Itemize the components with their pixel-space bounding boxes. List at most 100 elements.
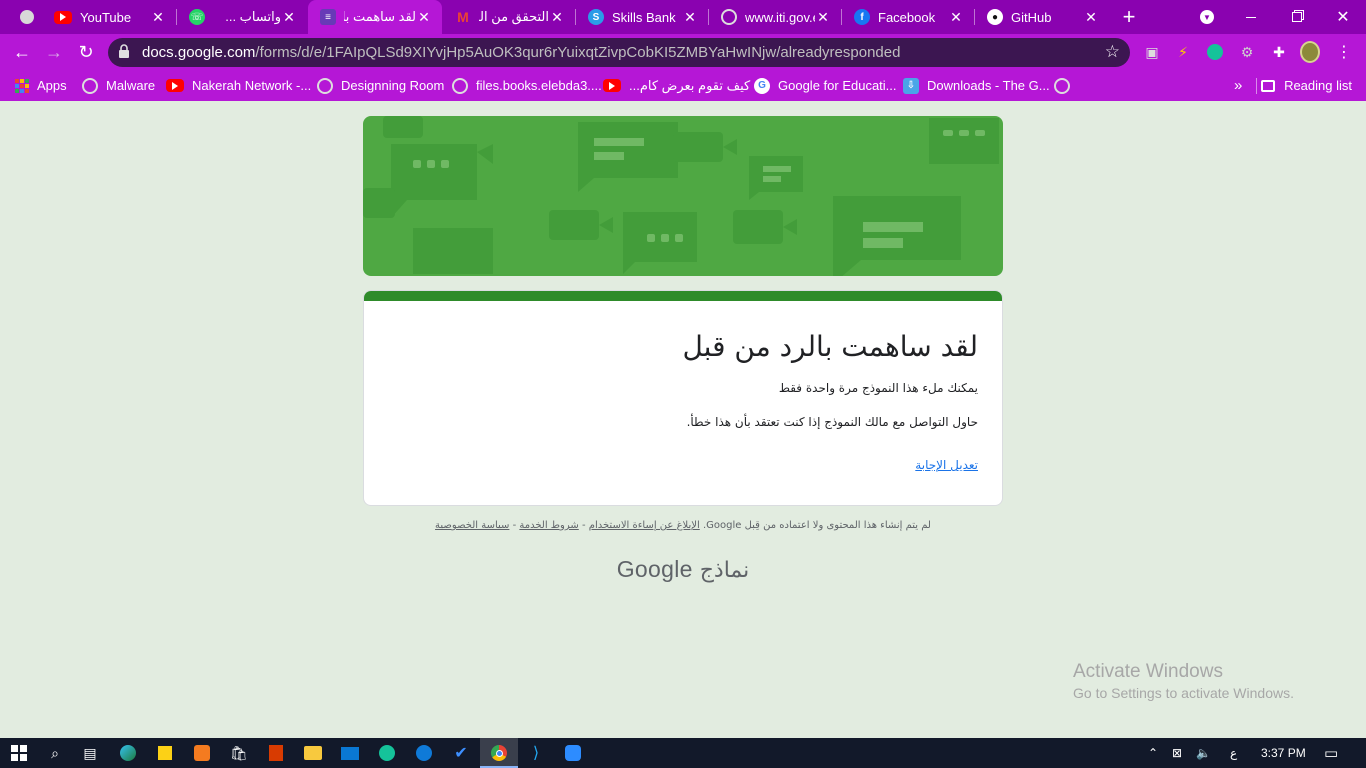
report-abuse-link[interactable]: الإبلاغ عن إساءة الاستخدام <box>589 520 700 531</box>
tab-gmail[interactable]: M التحقق من الب ✕ <box>443 0 575 34</box>
tab-close-icon[interactable]: ✕ <box>416 9 432 26</box>
tab-close-icon[interactable]: ✕ <box>948 9 964 26</box>
tab-google-form[interactable]: ≡ لقد ساهمت با ✕ <box>308 0 442 34</box>
terms-of-service-link[interactable]: شروط الخدمة <box>519 520 578 531</box>
reading-list-icon <box>1261 79 1276 92</box>
youtube-icon <box>603 79 621 92</box>
store-icon[interactable]: 🛍 <box>228 742 250 764</box>
grammarly-icon[interactable] <box>376 742 398 764</box>
chevron-down-icon: ▼ <box>1200 10 1214 24</box>
tab-search-button[interactable]: ▼ <box>1196 0 1218 34</box>
edge-dev-icon[interactable] <box>413 742 435 764</box>
tab-close-icon[interactable]: ✕ <box>682 9 698 26</box>
facebook-icon: f <box>854 9 870 25</box>
tab-close-icon[interactable]: ✕ <box>281 9 297 26</box>
youtube-icon <box>166 79 184 92</box>
reading-list-button[interactable]: Reading list <box>1261 70 1352 101</box>
more-bookmarks-button[interactable]: » <box>1234 70 1242 101</box>
reload-button[interactable]: ↻ <box>73 39 99 65</box>
volume-icon[interactable]: 🔈 <box>1196 738 1211 768</box>
tab-title: لقد ساهمت با <box>344 9 416 24</box>
tab-title: Skills Bank <box>612 9 676 25</box>
tab-whatsapp[interactable]: ☏ واتساب ... ✕ <box>177 0 307 34</box>
tab-close-icon[interactable]: ✕ <box>815 9 831 26</box>
network-icon[interactable]: ⊠ <box>1172 738 1182 768</box>
tab-iti[interactable]: www.iti.gov.e ✕ <box>709 0 841 34</box>
bookmark-label: Google for Educati... <box>778 78 897 93</box>
bookmark-files-books[interactable]: files.books.elebda3.... <box>452 70 602 101</box>
tab-skills-bank[interactable]: S Skills Bank ✕ <box>576 0 708 34</box>
bookmark-downloads[interactable]: ⇩ Downloads - The G... <box>903 70 1050 101</box>
edit-response-link[interactable]: تعديل الإجابة <box>915 458 978 472</box>
address-bar[interactable]: docs.google.com/forms/d/e/1FAIpQLSd9XIYv… <box>108 38 1130 67</box>
search-icon[interactable]: ⌕ <box>44 742 66 764</box>
windows-start-icon[interactable] <box>8 742 30 764</box>
profile-avatar[interactable] <box>1300 41 1320 63</box>
tab-search-dot-icon[interactable] <box>16 0 38 34</box>
sticky-notes-icon[interactable] <box>154 742 176 764</box>
google-forms-logo[interactable]: نماذج Google <box>363 556 1003 583</box>
minimize-icon <box>1246 16 1256 18</box>
chrome-icon[interactable] <box>488 742 510 764</box>
input-language[interactable]: ع <box>1230 738 1237 768</box>
bookmark-nakerah[interactable]: Nakerah Network -... <box>166 70 311 101</box>
apps-grid-icon <box>15 78 29 93</box>
globe-icon <box>721 9 737 25</box>
clock[interactable]: 3:37 PM <box>1261 738 1306 768</box>
activate-windows-watermark: Activate Windows Go to Settings to activ… <box>1073 661 1294 701</box>
back-button[interactable]: ← <box>9 39 35 65</box>
bookmark-designning-room[interactable]: Designning Room <box>317 70 444 101</box>
tray-overflow-chevron[interactable]: ⌃ <box>1148 738 1158 768</box>
tab-close-icon[interactable]: ✕ <box>549 9 565 26</box>
lightning-extension-icon[interactable]: ⚡ <box>1173 42 1193 62</box>
notifications-icon[interactable]: ▭ <box>1324 738 1338 768</box>
globe-icon <box>452 77 468 94</box>
orange-app-icon[interactable] <box>191 742 213 764</box>
file-explorer-icon[interactable] <box>302 742 324 764</box>
minimize-button[interactable] <box>1228 0 1274 34</box>
bookmark-label: كيف تقوم بعرض كام... <box>629 77 751 93</box>
bookmark-apps[interactable]: Apps <box>15 70 67 101</box>
tab-strip: YouTube ✕ ☏ واتساب ... ✕ ≡ لقد ساهمت با … <box>0 0 1366 34</box>
bookmark-unnamed[interactable] <box>1054 70 1078 101</box>
forms-word: نماذج <box>699 558 750 583</box>
tab-close-icon[interactable]: ✕ <box>1083 9 1099 26</box>
extensions-puzzle-icon[interactable]: ✚ <box>1269 42 1289 62</box>
tab-youtube[interactable]: YouTube ✕ <box>42 0 176 34</box>
grammarly-extension-icon[interactable] <box>1205 42 1225 62</box>
chat-bubbles-illustration <box>363 116 999 276</box>
google-icon: G <box>754 77 770 94</box>
todo-icon[interactable]: ✔ <box>450 742 472 764</box>
tab-facebook[interactable]: f Facebook ✕ <box>842 0 974 34</box>
new-tab-button[interactable]: + <box>1116 0 1142 34</box>
task-view-icon[interactable]: ▤ <box>79 742 101 764</box>
close-window-button[interactable]: ✕ <box>1320 0 1366 34</box>
bookmark-label: Malware <box>106 78 156 93</box>
reading-list-label: Reading list <box>1284 78 1352 93</box>
privacy-policy-link[interactable]: سياسة الخصوصية <box>435 520 509 531</box>
gear-extension-icon[interactable]: ⚙ <box>1237 42 1257 62</box>
bookmark-malware[interactable]: Malware <box>82 70 155 101</box>
kebab-menu-icon[interactable]: ⋮ <box>1334 42 1354 62</box>
edge-icon[interactable] <box>117 742 139 764</box>
bookmark-label: Downloads - The G... <box>927 78 1050 93</box>
office-icon[interactable] <box>265 742 287 764</box>
mail-icon[interactable] <box>339 742 361 764</box>
restore-button[interactable] <box>1274 0 1320 34</box>
vscode-icon[interactable]: ⟩ <box>525 742 547 764</box>
github-icon: ● <box>987 9 1003 25</box>
bookmark-google-education[interactable]: G Google for Educati... <box>754 70 897 101</box>
tab-close-icon[interactable]: ✕ <box>150 9 166 26</box>
bookmark-star-icon[interactable]: ☆ <box>1105 42 1120 62</box>
already-responded-card: لقد ساهمت بالرد من قبل يمكنك ملء هذا الن… <box>363 290 1003 506</box>
card-body: لقد ساهمت بالرد من قبل يمكنك ملء هذا الن… <box>364 329 1002 474</box>
zoom-icon[interactable] <box>562 742 584 764</box>
lock-icon[interactable] <box>118 44 132 61</box>
bookmark-youtube-arabic[interactable]: كيف تقوم بعرض كام... <box>603 70 750 101</box>
forward-button[interactable]: → <box>41 39 67 65</box>
whatsapp-icon: ☏ <box>189 9 205 25</box>
tab-github[interactable]: ● GitHub ✕ <box>975 0 1109 34</box>
footer-separator: - <box>509 520 520 531</box>
camera-extension-icon[interactable]: ▣ <box>1142 42 1162 62</box>
tab-title: Facebook <box>878 9 936 25</box>
